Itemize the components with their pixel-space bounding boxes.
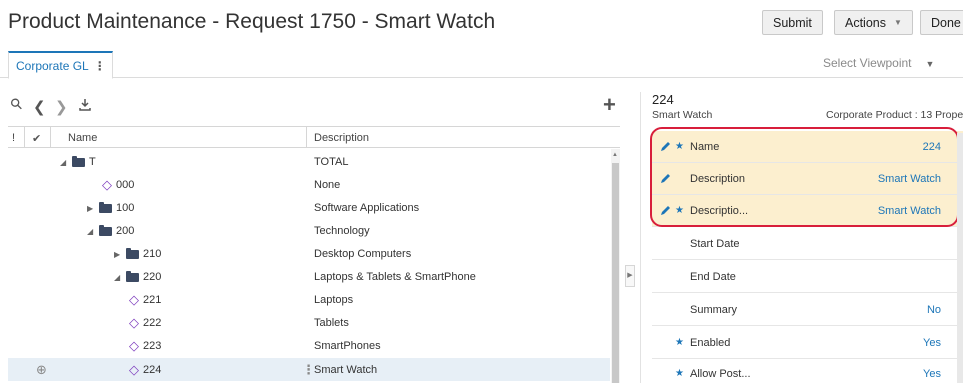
node-description: SmartPhones <box>314 340 381 352</box>
node-description: Tablets <box>314 317 349 329</box>
property-start-date[interactable]: Start Date <box>652 228 963 260</box>
member-icon: ◇ <box>129 292 139 307</box>
table-row[interactable]: ◢ 220 Laptops & Tablets & SmartPhone <box>8 265 610 288</box>
node-name: 222 <box>143 317 162 329</box>
member-icon: ◇ <box>129 315 139 330</box>
actions-label: Actions <box>845 15 886 30</box>
property-enabled[interactable]: ★ Enabled Yes <box>652 327 963 359</box>
kebab-menu-icon[interactable]: ⋮ <box>94 59 106 73</box>
collapse-icon[interactable]: ◢ <box>60 158 72 167</box>
forward-icon[interactable]: ❯ <box>55 98 68 116</box>
node-description: Desktop Computers <box>314 248 412 260</box>
property-summary[interactable]: Summary No <box>652 294 963 326</box>
folder-icon <box>126 270 139 282</box>
scroll-up-icon[interactable]: ▲ <box>612 152 618 158</box>
node-id: 224 <box>652 92 674 107</box>
node-description: Laptops <box>314 294 354 306</box>
flag-column-header: ! <box>12 132 16 144</box>
viewpoint-placeholder: Select Viewpoint <box>823 56 912 70</box>
property-label: Summary <box>690 304 738 316</box>
grid-header: ! ✔ Name Description <box>8 126 620 148</box>
actions-button[interactable]: Actions ▼ <box>834 10 913 35</box>
chevron-down-icon: ▼ <box>894 18 902 27</box>
name-column-header[interactable]: Name <box>68 132 97 144</box>
node-name: 200 <box>116 225 135 237</box>
back-icon[interactable]: ❮ <box>33 98 46 116</box>
property-label: Start Date <box>690 238 740 250</box>
chevron-down-icon: ▼ <box>925 59 935 69</box>
member-icon: ◇ <box>102 177 112 192</box>
node-subtitle: Smart Watch <box>652 109 713 121</box>
page-title: Product Maintenance - Request 1750 - Sma… <box>8 10 496 33</box>
node-name: 221 <box>143 294 162 306</box>
table-row[interactable]: ◇ 222 Tablets <box>8 311 610 334</box>
table-row[interactable]: ◢ 200 Technology <box>8 219 610 242</box>
folder-icon <box>99 201 112 213</box>
node-name: T <box>89 156 96 168</box>
property-allow-posting[interactable]: ★ Allow Post... Yes <box>652 358 963 383</box>
node-description: Laptops & Tablets & SmartPhone <box>314 271 476 283</box>
member-icon: ◇ <box>129 362 139 377</box>
description-column-header[interactable]: Description <box>314 132 369 144</box>
node-name: 224 <box>143 364 162 376</box>
property-label: End Date <box>690 271 736 283</box>
required-icon: ★ <box>675 368 684 379</box>
add-row-icon[interactable]: ⊕ <box>36 362 47 378</box>
submit-button[interactable]: Submit <box>762 10 823 35</box>
folder-icon <box>99 224 112 236</box>
collapse-icon[interactable]: ◢ <box>87 227 99 236</box>
property-value[interactable]: Yes <box>923 368 941 380</box>
panel-splitter[interactable]: ▶ <box>625 265 635 287</box>
node-name: 223 <box>143 340 162 352</box>
submit-label: Submit <box>773 15 812 30</box>
node-description: Technology <box>314 225 370 237</box>
done-label: Done <box>931 15 961 30</box>
chevron-right-icon: ▶ <box>627 272 633 279</box>
panel-divider <box>640 92 641 383</box>
table-row[interactable]: ▶ 210 Desktop Computers <box>8 242 610 265</box>
property-value[interactable]: Yes <box>923 337 941 349</box>
node-description: None <box>314 179 341 191</box>
collapse-icon[interactable]: ◢ <box>114 273 126 282</box>
property-label: Allow Post... <box>690 368 751 380</box>
expand-icon[interactable]: ▶ <box>114 250 126 259</box>
node-name: 210 <box>143 248 162 260</box>
grid-scrollbar[interactable]: ▲ <box>611 149 620 383</box>
scrollbar-thumb[interactable] <box>612 163 619 383</box>
table-row[interactable]: ◇ 221 Laptops <box>8 288 610 311</box>
tab-label: Corporate GL <box>16 58 89 73</box>
table-row-selected[interactable]: ⊕ ◇ 224 ⋮ Smart Watch <box>8 358 610 381</box>
check-column-header: ✔ <box>32 133 42 145</box>
member-icon: ◇ <box>129 338 139 353</box>
tab-bar: Corporate GL ⋮ <box>0 46 963 79</box>
folder-icon <box>72 155 85 167</box>
highlight-callout <box>650 127 959 227</box>
viewpoint-selector[interactable]: Select Viewpoint ▼ <box>823 56 934 70</box>
property-label: Enabled <box>690 337 731 349</box>
done-button[interactable]: Done <box>920 10 963 35</box>
node-description: Software Applications <box>314 202 420 214</box>
table-row[interactable]: ◇ 223 SmartPhones <box>8 334 610 357</box>
add-icon[interactable]: + <box>603 92 616 118</box>
table-row[interactable]: ◢ T TOTAL <box>8 150 610 173</box>
node-meta: Corporate Product : 13 Properti <box>826 109 963 121</box>
tab-corporate-gl[interactable]: Corporate GL ⋮ <box>8 51 113 79</box>
node-name: 100 <box>116 202 135 214</box>
expand-icon[interactable]: ▶ <box>87 204 99 213</box>
node-name: 000 <box>116 179 135 191</box>
table-row[interactable]: ▶ 100 Software Applications <box>8 196 610 219</box>
node-description: Smart Watch <box>314 364 378 376</box>
panel-scrollbar[interactable] <box>957 133 963 383</box>
search-icon[interactable]: ⚲ <box>6 94 27 114</box>
node-name: 220 <box>143 271 162 283</box>
table-row[interactable]: ◇ 000 None <box>8 173 610 196</box>
property-value[interactable]: No <box>927 304 941 316</box>
folder-icon <box>126 247 139 259</box>
property-end-date[interactable]: End Date <box>652 261 963 293</box>
download-icon[interactable] <box>78 98 92 116</box>
required-icon: ★ <box>675 337 684 348</box>
node-description: TOTAL <box>314 156 349 168</box>
